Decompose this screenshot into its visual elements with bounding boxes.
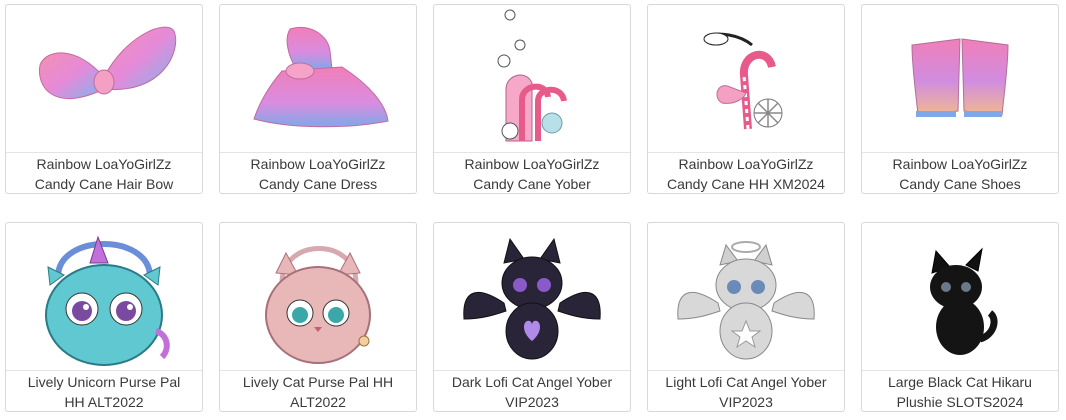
item-name-line1: Dark Lofi Cat Angel Yober: [451, 374, 613, 390]
item-name-line2: Plushie SLOTS2024: [896, 394, 1024, 410]
light-cat-angel-icon: [648, 223, 844, 369]
item-card[interactable]: Lively Cat Purse Pal HH ALT2022: [219, 222, 417, 412]
candy-cane-hand-held-icon: [648, 5, 844, 151]
item-caption: Rainbow LoaYoGirlZz Candy Cane HH XM2024: [648, 152, 844, 193]
rainbow-shoes-icon: [862, 5, 1058, 151]
item-name-line2: Candy Cane Yober: [473, 176, 591, 192]
item-card[interactable]: Rainbow LoaYoGirlZz Candy Cane Shoes: [861, 4, 1059, 194]
item-card[interactable]: Rainbow LoaYoGirlZz Candy Cane Dress: [219, 4, 417, 194]
rainbow-dress-icon: [220, 5, 416, 151]
item-caption: Large Black Cat Hikaru Plushie SLOTS2024: [862, 370, 1058, 411]
item-name-line1: Large Black Cat Hikaru: [888, 374, 1032, 390]
item-card[interactable]: Light Lofi Cat Angel Yober VIP2023: [647, 222, 845, 412]
item-name-line1: Light Lofi Cat Angel Yober: [665, 374, 827, 390]
item-card[interactable]: Rainbow LoaYoGirlZz Candy Cane Yober: [433, 4, 631, 194]
item-name-line2: VIP2023: [505, 394, 559, 410]
item-name-line2: VIP2023: [719, 394, 773, 410]
item-caption: Rainbow LoaYoGirlZz Candy Cane Hair Bow: [6, 152, 202, 193]
item-name-line2: Candy Cane Hair Bow: [34, 176, 174, 192]
item-card[interactable]: Lively Unicorn Purse Pal HH ALT2022: [5, 222, 203, 412]
item-card[interactable]: Rainbow LoaYoGirlZz Candy Cane Hair Bow: [5, 4, 203, 194]
item-name-line1: Lively Unicorn Purse Pal: [27, 374, 181, 390]
unicorn-purse-icon: [6, 223, 202, 369]
item-card[interactable]: Large Black Cat Hikaru Plushie SLOTS2024: [861, 222, 1059, 412]
item-caption: Rainbow LoaYoGirlZz Candy Cane Yober: [434, 152, 630, 193]
dark-cat-angel-icon: [434, 223, 630, 369]
item-caption: Lively Cat Purse Pal HH ALT2022: [220, 370, 416, 411]
cat-purse-icon: [220, 223, 416, 369]
item-name-line2: Candy Cane Shoes: [899, 176, 1021, 192]
item-caption: Dark Lofi Cat Angel Yober VIP2023: [434, 370, 630, 411]
item-name-line1: Rainbow LoaYoGirlZz: [892, 156, 1028, 172]
item-caption: Rainbow LoaYoGirlZz Candy Cane Dress: [220, 152, 416, 193]
item-caption: Rainbow LoaYoGirlZz Candy Cane Shoes: [862, 152, 1058, 193]
item-card[interactable]: Rainbow LoaYoGirlZz Candy Cane HH XM2024: [647, 4, 845, 194]
rainbow-hair-bow-icon: [6, 5, 202, 151]
item-name-line1: Rainbow LoaYoGirlZz: [678, 156, 814, 172]
item-name-line1: Lively Cat Purse Pal HH: [242, 374, 394, 390]
item-card[interactable]: Dark Lofi Cat Angel Yober VIP2023: [433, 222, 631, 412]
item-name-line1: Rainbow LoaYoGirlZz: [250, 156, 386, 172]
candy-cane-yober-icon: [434, 5, 630, 151]
item-name-line1: Rainbow LoaYoGirlZz: [36, 156, 172, 172]
item-caption: Light Lofi Cat Angel Yober VIP2023: [648, 370, 844, 411]
item-name-line2: ALT2022: [290, 394, 346, 410]
item-name-line2: HH ALT2022: [64, 394, 144, 410]
item-caption: Lively Unicorn Purse Pal HH ALT2022: [6, 370, 202, 411]
item-name-line2: Candy Cane Dress: [258, 176, 378, 192]
item-name-line1: Rainbow LoaYoGirlZz: [464, 156, 600, 172]
black-cat-plushie-icon: [862, 223, 1058, 369]
item-name-line2: Candy Cane HH XM2024: [667, 176, 825, 192]
